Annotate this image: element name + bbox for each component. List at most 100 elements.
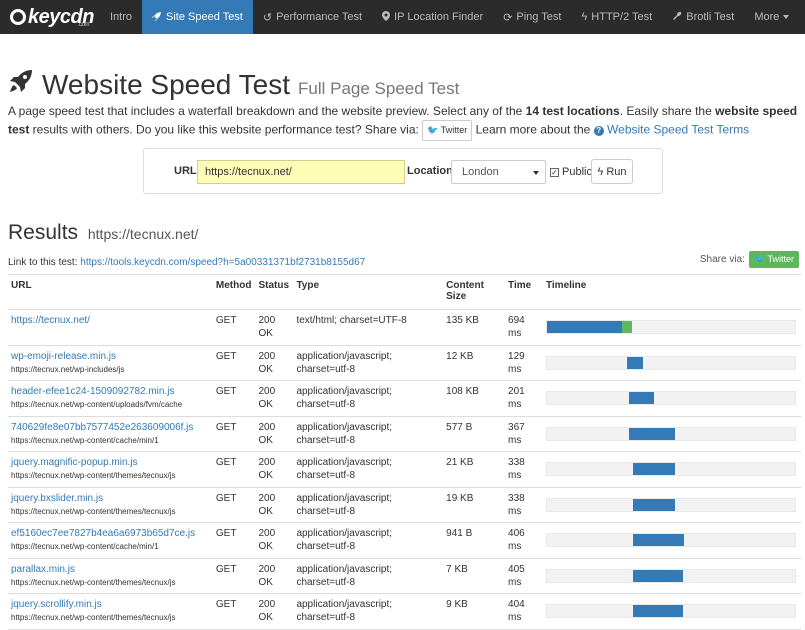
timeline-bar[interactable] xyxy=(545,426,796,441)
nav-more-dropdown[interactable]: More xyxy=(744,0,799,34)
resource-link[interactable]: https://tecnux.net/ xyxy=(11,314,209,327)
cell-timeline xyxy=(542,380,801,417)
table-row: jquery.bxslider.min.js https://tecnux.net… xyxy=(8,487,801,523)
type-line1: application/javascript; xyxy=(296,563,393,575)
timeline-bar[interactable] xyxy=(545,462,796,476)
cell-method: GET xyxy=(212,558,256,594)
location-select[interactable]: London xyxy=(451,160,546,184)
col-method[interactable]: Method xyxy=(212,274,256,310)
speed-test-form: URL Location London ✓ Public ϟ Run xyxy=(143,148,663,194)
cell-timeline xyxy=(542,593,801,630)
status-text: OK xyxy=(258,434,273,446)
twitter-share-results-button[interactable]: 🐦 Twitter xyxy=(748,251,799,268)
bolt-icon: ϟ xyxy=(597,165,604,178)
col-url[interactable]: URL xyxy=(8,274,213,310)
time-value: 201 xyxy=(508,386,525,397)
cell-timeline xyxy=(542,309,801,346)
cell-time: 405 ms xyxy=(505,558,543,594)
map-marker-icon xyxy=(382,10,391,24)
time-unit: ms xyxy=(508,541,522,552)
public-checkbox[interactable]: ✓ Public xyxy=(550,166,592,178)
resource-link[interactable]: ef5160ec7ee7827b4ea6a6973b65d7ce.js xyxy=(11,527,209,540)
time-unit: ms xyxy=(508,470,522,481)
status-code: 200 xyxy=(258,563,276,575)
checkbox-checked-icon: ✓ xyxy=(550,167,559,177)
cell-status: 200 OK xyxy=(255,380,294,417)
timeline-bar[interactable] xyxy=(545,391,796,405)
resource-link[interactable]: parallax.min.js xyxy=(11,563,209,576)
resource-link[interactable]: jquery.magnific-popup.min.js xyxy=(11,456,209,469)
url-label: URL xyxy=(174,165,197,177)
location-label: Location xyxy=(407,165,453,177)
timeline-bar[interactable] xyxy=(545,604,796,618)
type-line2: charset=utf-8 xyxy=(296,541,356,552)
status-text: OK xyxy=(258,541,273,552)
resource-path: https://tecnux.net/wp-content/themes/tec… xyxy=(11,471,176,480)
timeline-bar[interactable] xyxy=(545,497,796,512)
cell-type: application/javascript; charset=utf-8 xyxy=(293,487,444,523)
timeline-load-segment xyxy=(621,321,632,333)
timeline-wait-segment xyxy=(546,321,622,333)
status-code: 200 xyxy=(258,386,276,397)
resource-link[interactable]: wp-emoji-release.min.js xyxy=(11,350,209,363)
status-text: OK xyxy=(258,399,273,410)
cell-status: 200 OK xyxy=(255,451,294,488)
cell-size: 941 B xyxy=(443,522,506,559)
nav-http2-test[interactable]: ϟ HTTP/2 Test xyxy=(571,0,662,34)
cell-method: GET xyxy=(212,451,256,488)
keycdn-logo[interactable]: keycdn .com xyxy=(0,0,100,34)
timeline-bar[interactable] xyxy=(545,533,796,547)
cell-method: GET xyxy=(212,309,256,346)
cell-time: 367 ms xyxy=(505,416,543,452)
cell-status: 200 OK xyxy=(255,416,294,452)
terms-link[interactable]: Website Speed Test Terms xyxy=(607,123,749,137)
nav-ping-test[interactable]: ⟳ Ping Test xyxy=(493,0,571,34)
time-unit: ms xyxy=(508,328,522,339)
select-arrow-icon xyxy=(533,171,539,175)
intro-text-2: . Easily share the xyxy=(619,104,716,118)
col-timeline[interactable]: Timeline xyxy=(542,274,801,310)
col-type[interactable]: Type xyxy=(293,274,444,310)
resource-link[interactable]: jquery.bxslider.min.js xyxy=(11,492,209,505)
type-line1: application/javascript; xyxy=(296,386,393,397)
results-table: URL Method Status Type Content Size Time… xyxy=(8,274,801,630)
timeline-wait-segment xyxy=(632,569,683,582)
cell-method: GET xyxy=(212,522,256,559)
cell-size: 12 KB xyxy=(443,345,506,381)
nav-ip-location-finder-label: IP Location Finder xyxy=(394,11,484,23)
nav-brotli-test[interactable]: Brotli Test xyxy=(662,0,744,34)
nav-intro[interactable]: Intro xyxy=(100,0,142,34)
col-content-size[interactable]: Content Size xyxy=(443,274,506,310)
timeline-bar[interactable] xyxy=(545,568,796,583)
cell-type: application/javascript; charset=utf-8 xyxy=(293,558,444,594)
col-status[interactable]: Status xyxy=(255,274,294,310)
cell-url: jquery.bxslider.min.js https://tecnux.net… xyxy=(8,487,213,523)
intro-text-4: Learn more about the xyxy=(475,122,594,137)
url-input[interactable] xyxy=(197,160,405,184)
resource-path: https://tecnux.net/wp-content/uploads/fv… xyxy=(11,400,183,409)
type-line1: application/javascript; xyxy=(296,528,393,539)
resource-link[interactable]: header-efee1c24-1509092782.min.js xyxy=(11,385,209,398)
cell-status: 200 OK xyxy=(255,309,294,346)
test-link[interactable]: https://tools.keycdn.com/speed?h=5a00331… xyxy=(80,257,365,268)
cell-type: application/javascript; charset=utf-8 xyxy=(293,380,444,417)
timeline-bar[interactable] xyxy=(545,320,796,334)
cell-time: 129 ms xyxy=(505,345,543,381)
rocket-icon xyxy=(152,11,162,24)
status-code: 200 xyxy=(258,315,276,326)
resource-link[interactable]: 740629fe8e07bb7577452e263609006f.js xyxy=(11,421,209,434)
cell-url: wp-emoji-release.min.js https://tecnux.ne… xyxy=(8,345,213,381)
cell-status: 200 OK xyxy=(255,345,294,381)
resource-link[interactable]: jquery.scrollify.min.js xyxy=(11,598,209,611)
nav-site-speed-test[interactable]: Site Speed Test xyxy=(142,0,253,34)
cell-type: application/javascript; charset=utf-8 xyxy=(293,345,444,381)
table-row: parallax.min.js https://tecnux.net/wp-con… xyxy=(8,558,801,594)
nav-ip-location-finder[interactable]: IP Location Finder xyxy=(372,0,493,34)
nav-performance-test[interactable]: ↺ Performance Test xyxy=(253,0,372,34)
col-time[interactable]: Time xyxy=(505,274,543,310)
cell-url: jquery.scrollify.min.js https://tecnux.ne… xyxy=(8,593,213,630)
timeline-wait-segment xyxy=(632,605,683,617)
run-button[interactable]: ϟ Run xyxy=(591,159,633,184)
twitter-share-button[interactable]: 🐦 Twitter xyxy=(422,120,473,141)
timeline-bar[interactable] xyxy=(545,355,796,370)
